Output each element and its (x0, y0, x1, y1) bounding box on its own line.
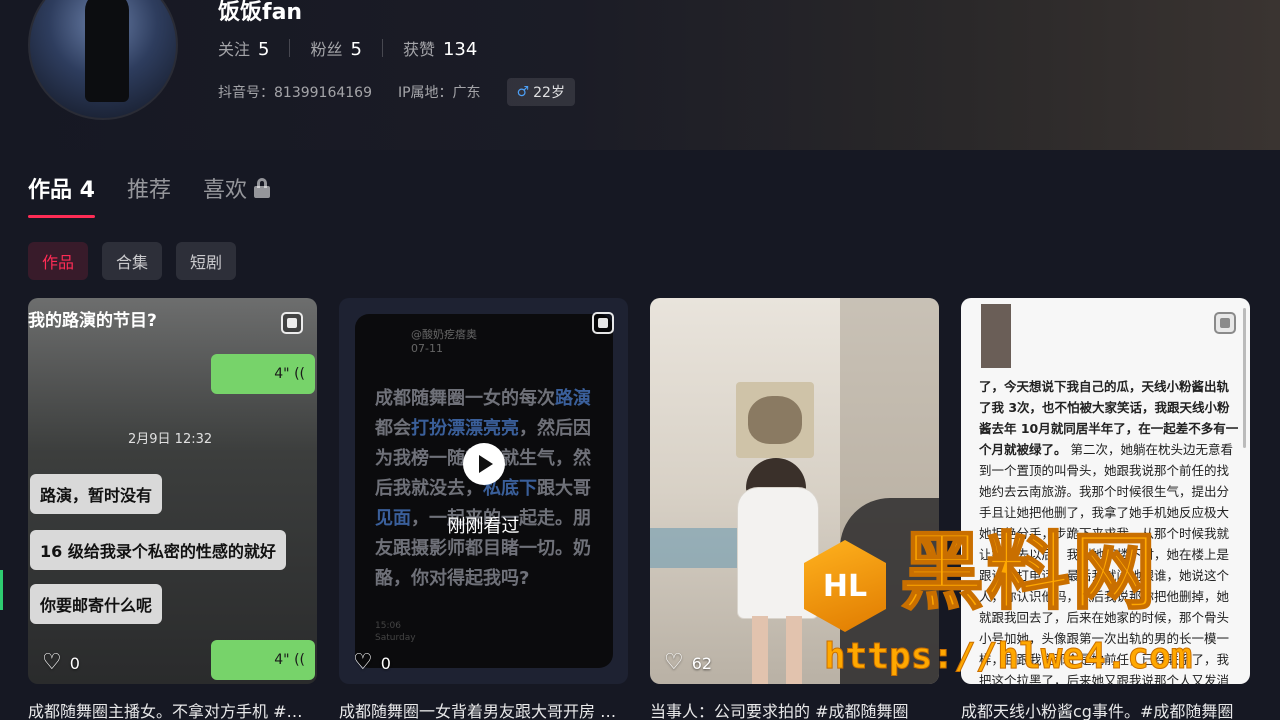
post-handle: @酸奶疙瘩奥 07-11 (411, 326, 477, 355)
username: 饭饭fan (218, 0, 303, 25)
chat-bubble: 路演，暂时没有 (30, 474, 163, 514)
post-text-segment: 跟大哥 (537, 478, 591, 499)
collection-icon (592, 312, 614, 334)
video-caption[interactable]: 成都随舞圈一女背着男友跟大哥开房 #成都随舞圈 (339, 698, 628, 720)
voice-message: 4" (( (211, 354, 315, 394)
filter-collections[interactable]: 合集 (102, 242, 163, 280)
video-card[interactable]: @酸奶疙瘩奥 07-11 成都随舞圈一女的每次路演都会打扮漂漂亮亮，然后因为我榜… (339, 298, 628, 720)
content-filters: 作品 合集 短剧 (28, 242, 237, 280)
followers-stat[interactable]: 粉丝 5 (310, 36, 361, 60)
profile-meta: 抖音号：81399164169 IP属地：广东 ♂ 22岁 (218, 78, 575, 106)
inset-screenshot (981, 304, 1011, 368)
age-value: 22岁 (533, 85, 565, 101)
chat-bubble: 你要邮寄什么呢 (30, 584, 163, 624)
post-text-highlight: 路演 (555, 388, 591, 409)
chat-bubble: 16 级给我录个私密的性感的就好 (30, 530, 286, 570)
profile-tabs: 作品 4 推荐 喜欢 (28, 172, 271, 218)
post-text-segment: 成都随舞圈一女的每次 (375, 388, 555, 409)
tab-recommended-label: 推荐 (126, 178, 171, 203)
following-stat[interactable]: 关注 5 (218, 36, 269, 60)
male-icon: ♂ (516, 84, 530, 100)
age-badge: ♂ 22岁 (506, 78, 575, 106)
heart-icon: ♡ (353, 650, 373, 675)
lock-icon (253, 178, 271, 198)
cat-sticker (736, 382, 814, 458)
like-count: 62 (691, 653, 713, 673)
douyin-id: 抖音号：81399164169 (218, 85, 372, 101)
stat-divider (289, 39, 291, 57)
video-thumbnail[interactable]: @酸奶疙瘩奥 07-11 成都随舞圈一女的每次路演都会打扮漂漂亮亮，然后因为我榜… (339, 298, 628, 684)
recently-viewed-label: 刚刚看过 (447, 516, 520, 537)
video-likes: ♡ 0 (353, 652, 391, 674)
watermark-logo-icon: HL (804, 540, 886, 632)
likes-count: 134 (442, 39, 478, 60)
collection-icon (281, 312, 303, 334)
avatar-figure-body (85, 0, 129, 102)
video-caption[interactable]: 成都天线小粉酱cg事件。#成都随舞圈 (961, 698, 1250, 720)
tab-likes-label: 喜欢 (202, 178, 247, 203)
followers-label: 粉丝 (310, 40, 343, 59)
post-date: 07-11 (411, 342, 443, 355)
watermark-logo-text: HL (822, 568, 868, 604)
play-icon[interactable] (463, 443, 505, 485)
video-caption[interactable]: 成都随舞圈主播女。不拿对方手机 #成都随舞圈 (28, 698, 317, 720)
post-text-segment: 都会 (375, 418, 411, 439)
voice-duration: 4" (274, 366, 290, 382)
heart-icon: ♡ (42, 650, 62, 675)
leg (752, 616, 768, 684)
watermark-url: https://hlwe4.com (823, 636, 1193, 678)
ip-location: IP属地：广东 (397, 85, 481, 101)
leg (786, 616, 802, 684)
likes-label: 获赞 (402, 40, 435, 59)
video-likes: ♡ 0 (42, 652, 80, 674)
filter-short-dramas[interactable]: 短剧 (176, 242, 237, 280)
followers-count: 5 (350, 39, 362, 60)
profile-stats: 关注 5 粉丝 5 获赞 134 (218, 36, 477, 60)
video-caption[interactable]: 当事人：公司要求拍的 #成都随舞圈 (650, 698, 939, 720)
post-footer: 15:06 Saturday (375, 620, 416, 644)
heart-icon: ♡ (664, 650, 684, 675)
footer-day: Saturday (375, 633, 416, 643)
video-thumbnail[interactable]: 我的路演的节目? 4" (( 2月9日 12:32 路演，暂时没有 16 级给我… (28, 298, 317, 684)
like-count: 0 (380, 653, 391, 673)
scrollbar (1243, 308, 1246, 448)
chat-text: 我的路演的节目? (28, 311, 157, 331)
watermark-title: 黑料网 (899, 523, 1159, 621)
collection-icon (1214, 312, 1236, 334)
edge-indicator (0, 570, 3, 610)
footer-time: 15:06 (375, 621, 401, 631)
tab-likes[interactable]: 喜欢 (203, 172, 271, 218)
post-text-highlight: 打扮漂漂亮亮 (411, 418, 519, 439)
chat-time: 2月9日 12:32 (128, 432, 213, 447)
tab-works-label: 作品 4 (28, 178, 95, 203)
stat-divider (381, 39, 383, 57)
video-card[interactable]: 我的路演的节目? 4" (( 2月9日 12:32 路演，暂时没有 16 级给我… (28, 298, 317, 720)
likes-stat: 获赞 134 (403, 36, 477, 60)
screenshot-frame: @酸奶疙瘩奥 07-11 成都随舞圈一女的每次路演都会打扮漂漂亮亮，然后因为我榜… (355, 314, 613, 668)
post-text: 成都随舞圈一女的每次路演都会打扮漂漂亮亮，然后因为我榜一随舞她就生气，然后我就没… (375, 384, 597, 594)
tab-works[interactable]: 作品 4 (28, 172, 95, 218)
tab-recommended[interactable]: 推荐 (127, 172, 171, 218)
video-likes: ♡ 62 (664, 652, 712, 674)
following-count: 5 (258, 39, 270, 60)
filter-works[interactable]: 作品 (28, 242, 89, 280)
voice-message: 4" (( (211, 640, 315, 680)
profile-header-background (0, 0, 1280, 150)
like-count: 0 (69, 653, 80, 673)
watermark: HL 黑料网 https://hlwe4.com (804, 529, 1244, 686)
voice-duration: 4" (274, 652, 290, 668)
handle-text: @酸奶疙瘩奥 (411, 328, 477, 341)
following-label: 关注 (218, 40, 251, 59)
